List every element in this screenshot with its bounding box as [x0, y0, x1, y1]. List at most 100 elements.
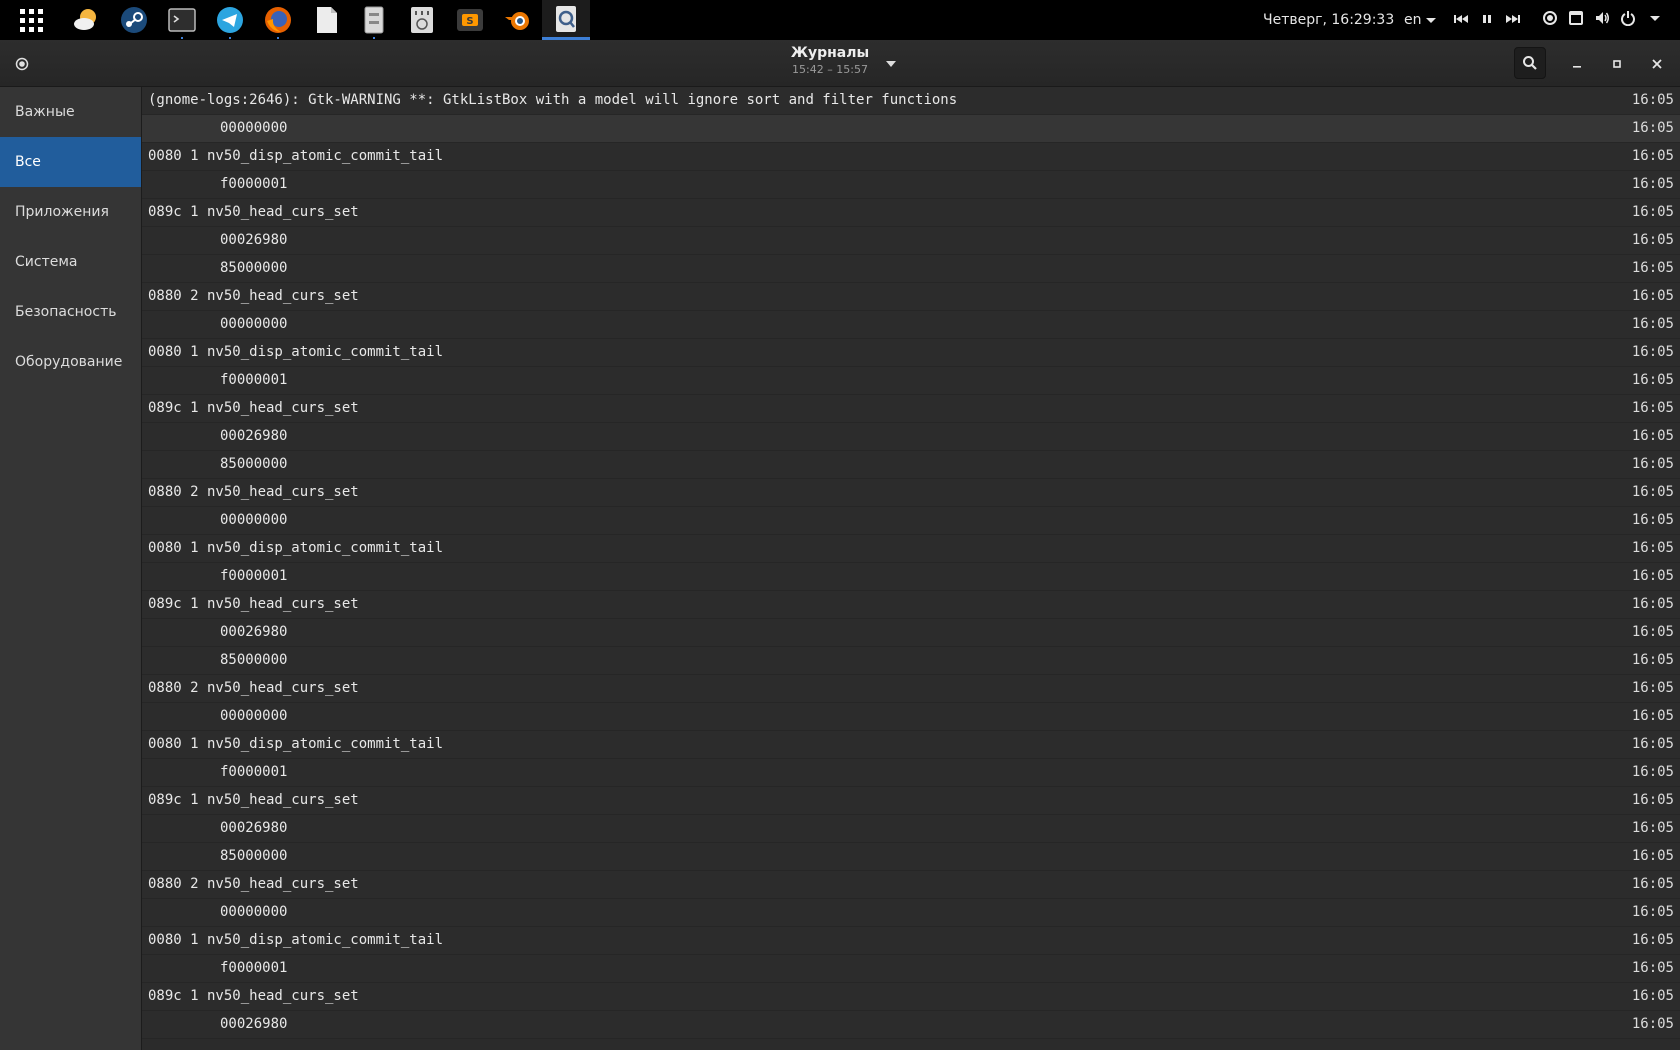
log-row[interactable]: f0000001 16:05: [142, 171, 1680, 199]
log-timestamp: 16:05: [1631, 1016, 1674, 1032]
log-timestamp: 16:05: [1631, 344, 1674, 360]
language-indicator[interactable]: en: [1404, 0, 1436, 40]
sidebar-item-hardware[interactable]: Оборудование: [0, 337, 141, 387]
previous-track-icon[interactable]: [1452, 10, 1470, 28]
maximize-button[interactable]: [1605, 52, 1629, 76]
log-row[interactable]: 089c 1 nv50_head_curs_set 16:05: [142, 199, 1680, 227]
dock-item-steam[interactable]: [110, 0, 158, 40]
log-row[interactable]: 00026980 16:05: [142, 1011, 1680, 1039]
log-row[interactable]: 0880 2 nv50_head_curs_set 16:05: [142, 479, 1680, 507]
log-row[interactable]: 85000000 16:05: [142, 255, 1680, 283]
log-message: 0080 1 nv50_disp_atomic_commit_tail: [148, 932, 444, 948]
close-button[interactable]: [1645, 52, 1669, 76]
log-row[interactable]: 0080 1 nv50_disp_atomic_commit_tail 16:05: [142, 339, 1680, 367]
dock-item-telegram[interactable]: [206, 0, 254, 40]
clock[interactable]: Четверг, 16:29:33: [1263, 0, 1394, 40]
sidebar-item-applications[interactable]: Приложения: [0, 187, 141, 237]
log-message: 00026980: [220, 232, 288, 248]
log-row[interactable]: 089c 1 nv50_head_curs_set 16:05: [142, 983, 1680, 1011]
log-timestamp: 16:05: [1631, 652, 1674, 668]
log-timestamp: 16:05: [1631, 764, 1674, 780]
top-panel: S Четверг, 16:29:33 en: [0, 0, 1680, 40]
log-row[interactable]: 0080 1 nv50_disp_atomic_commit_tail 16:05: [142, 927, 1680, 955]
log-message: 0880 2 nv50_head_curs_set: [148, 288, 359, 304]
log-row[interactable]: f0000001 16:05: [142, 759, 1680, 787]
log-row[interactable]: 00026980 16:05: [142, 423, 1680, 451]
logs-app-icon: [551, 4, 581, 34]
log-row[interactable]: f0000001 16:05: [142, 367, 1680, 395]
log-row[interactable]: 00026980 16:05: [142, 815, 1680, 843]
blender-icon: [503, 5, 533, 35]
log-row[interactable]: 00000000 16:05: [142, 703, 1680, 731]
maximize-icon: [1613, 60, 1621, 68]
log-timestamp: 16:05: [1631, 596, 1674, 612]
pause-icon[interactable]: [1478, 10, 1496, 28]
log-row[interactable]: 0080 1 nv50_disp_atomic_commit_tail 16:05: [142, 143, 1680, 171]
search-button[interactable]: [1514, 47, 1546, 79]
header-bar: Журналы 15:42 – 15:57: [0, 40, 1680, 87]
system-menu[interactable]: [1542, 10, 1660, 26]
sublime-text-icon: S: [455, 5, 485, 35]
title-button[interactable]: Журналы 15:42 – 15:57: [760, 45, 900, 76]
log-timestamp: 16:05: [1631, 316, 1674, 332]
dock: S: [62, 0, 590, 40]
log-row[interactable]: 85000000 16:05: [142, 647, 1680, 675]
dock-item-file-manager[interactable]: [350, 0, 398, 40]
log-row[interactable]: 0880 2 nv50_head_curs_set 16:05: [142, 283, 1680, 311]
log-message: 0080 1 nv50_disp_atomic_commit_tail: [148, 148, 444, 164]
dock-item-logs-app[interactable]: [542, 0, 590, 40]
log-row[interactable]: 00026980 16:05: [142, 227, 1680, 255]
log-row[interactable]: 00000000 16:05: [142, 311, 1680, 339]
log-row[interactable]: 85000000 16:05: [142, 451, 1680, 479]
log-row[interactable]: f0000001 16:05: [142, 563, 1680, 591]
log-timestamp: 16:05: [1631, 204, 1674, 220]
log-message: 089c 1 nv50_head_curs_set: [148, 596, 359, 612]
log-row[interactable]: 00000000 16:05: [142, 115, 1680, 143]
show-applications-button[interactable]: [0, 0, 62, 40]
log-message: f0000001: [220, 960, 288, 976]
dock-item-text-editor[interactable]: [302, 0, 350, 40]
log-row[interactable]: 089c 1 nv50_head_curs_set 16:05: [142, 591, 1680, 619]
next-track-icon[interactable]: [1504, 10, 1522, 28]
log-timestamp: 16:05: [1631, 792, 1674, 808]
log-row[interactable]: 0080 1 nv50_disp_atomic_commit_tail 16:05: [142, 731, 1680, 759]
dock-item-weather-app[interactable]: [62, 0, 110, 40]
sidebar-item-security[interactable]: Безопасность: [0, 287, 141, 337]
dock-item-terminal[interactable]: [158, 0, 206, 40]
log-row[interactable]: 00000000 16:05: [142, 899, 1680, 927]
log-timestamp: 16:05: [1631, 484, 1674, 500]
log-message: 0080 1 nv50_disp_atomic_commit_tail: [148, 344, 444, 360]
log-timestamp: 16:05: [1631, 428, 1674, 444]
log-row[interactable]: (gnome-logs:2646): Gtk-WARNING **: GtkLi…: [142, 87, 1680, 115]
log-timestamp: 16:05: [1631, 708, 1674, 724]
log-message: 089c 1 nv50_head_curs_set: [148, 400, 359, 416]
log-list[interactable]: (gnome-logs:2646): Gtk-WARNING **: GtkLi…: [142, 87, 1680, 1050]
log-message: f0000001: [220, 176, 288, 192]
sidebar-item-system[interactable]: Система: [0, 237, 141, 287]
dock-item-firefox[interactable]: [254, 0, 302, 40]
log-row[interactable]: 0880 2 nv50_head_curs_set 16:05: [142, 675, 1680, 703]
dock-item-blender[interactable]: [494, 0, 542, 40]
dock-item-sublime-text[interactable]: S: [446, 0, 494, 40]
sidebar-item-all[interactable]: Все: [0, 137, 141, 187]
minimize-button[interactable]: [1565, 52, 1589, 76]
log-timestamp: 16:05: [1631, 512, 1674, 528]
log-row[interactable]: f0000001 16:05: [142, 955, 1680, 983]
log-row[interactable]: 00000000 16:05: [142, 507, 1680, 535]
log-row[interactable]: 0880 2 nv50_head_curs_set 16:05: [142, 871, 1680, 899]
log-row[interactable]: 089c 1 nv50_head_curs_set 16:05: [142, 395, 1680, 423]
sidebar-item-important[interactable]: Важные: [0, 87, 141, 137]
running-indicator: [277, 37, 279, 39]
log-message: 00026980: [220, 1016, 288, 1032]
chevron-down-icon[interactable]: [886, 61, 896, 67]
dock-item-audio-mixer[interactable]: [398, 0, 446, 40]
app-menu-button[interactable]: [10, 52, 34, 76]
log-row[interactable]: 85000000 16:05: [142, 843, 1680, 871]
log-row[interactable]: 089c 1 nv50_head_curs_set 16:05: [142, 787, 1680, 815]
log-message: 00000000: [220, 120, 288, 136]
running-indicator: [229, 37, 231, 39]
log-row[interactable]: 0080 1 nv50_disp_atomic_commit_tail 16:05: [142, 535, 1680, 563]
log-timestamp: 16:05: [1631, 148, 1674, 164]
log-row[interactable]: 00026980 16:05: [142, 619, 1680, 647]
log-message: 00026980: [220, 428, 288, 444]
